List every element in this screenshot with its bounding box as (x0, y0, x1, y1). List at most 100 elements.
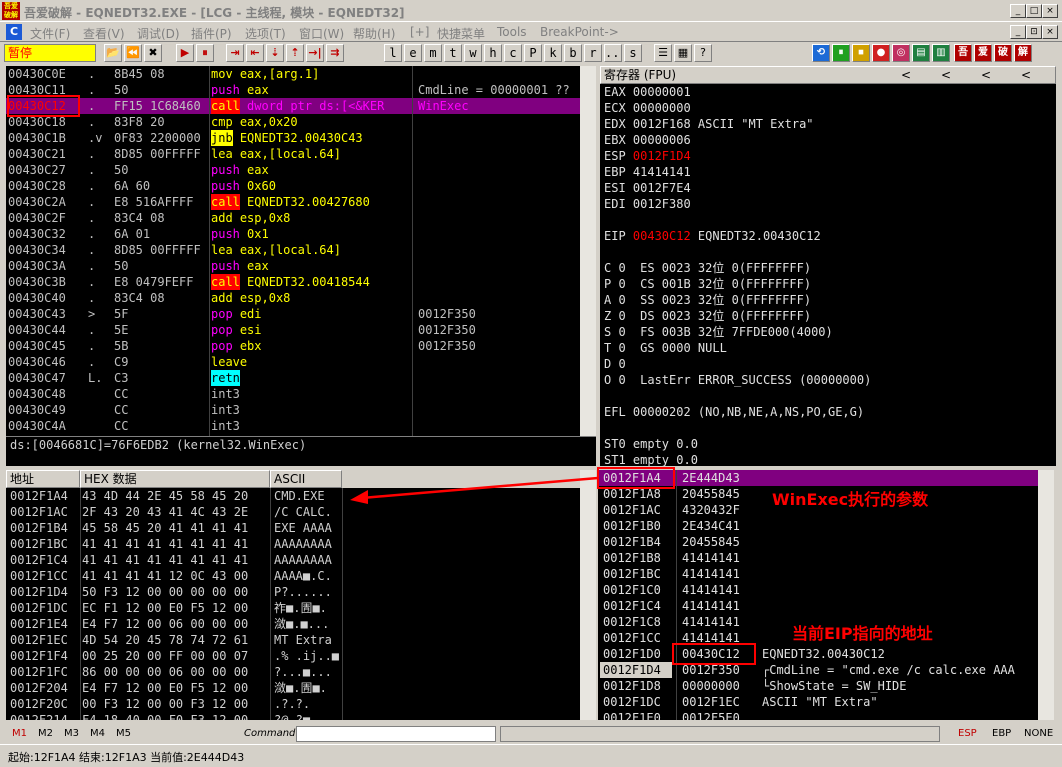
dump-row[interactable]: 0012F1F4 00 25 20 00 FF 00 00 07 .% .ij..■ (6, 648, 580, 664)
register-line[interactable]: EBX 00000006 (604, 132, 691, 148)
disasm-row[interactable]: 00430C47 L. C3 retn (6, 370, 596, 386)
goto-icon[interactable]: ⇉ (326, 44, 344, 62)
register-line[interactable]: P 0 CS 001B 32位 0(FFFFFFFF) (604, 276, 811, 292)
minimize-button[interactable]: _ (1010, 4, 1026, 18)
disasm-row[interactable]: 00430C3A. 50 push eax (6, 258, 596, 274)
disasm-row[interactable]: 00430C4A CC int3 (6, 418, 596, 434)
register-line[interactable]: O 0 LastErr ERROR_SUCCESS (00000000) (604, 372, 871, 388)
window-references-button[interactable]: r (584, 44, 602, 62)
dump-row[interactable]: 0012F1FC 86 00 00 00 06 00 00 00 ?...■... (6, 664, 580, 680)
window-log-button[interactable]: l (384, 44, 402, 62)
help-icon[interactable]: ? (694, 44, 712, 62)
window-patches-button[interactable]: P (524, 44, 542, 62)
window-modules-button[interactable]: e (404, 44, 422, 62)
dump-row[interactable]: 0012F20C 00 F3 12 00 00 F3 12 00.?.?. (6, 696, 580, 712)
child-close-button[interactable]: × (1042, 25, 1058, 39)
dump-row[interactable]: 0012F1D4 50 F3 12 00 00 00 00 00 P?...... (6, 584, 580, 600)
register-line[interactable]: ECX 00000000 (604, 100, 691, 116)
registers-pane[interactable]: EAX 00000001 ECX 00000000 EDX 0012F168 ASC… (600, 84, 1056, 466)
disasm-row[interactable]: 00430C43 >5F pop edi 0012F350 (6, 306, 596, 322)
target-icon[interactable]: ◎ (892, 44, 910, 62)
tab-m5[interactable]: M5 (116, 728, 131, 739)
window-memory-button[interactable]: m (424, 44, 442, 62)
menu-debug[interactable]: 调试(D) (137, 25, 180, 42)
pause-icon[interactable]: ⏸ (196, 44, 214, 62)
register-line[interactable]: EDI 0012F380 (604, 196, 691, 212)
command-input[interactable] (296, 726, 496, 742)
menu-window[interactable]: 窗口(W) (299, 25, 344, 42)
record-icon[interactable]: ● (872, 44, 890, 62)
stack-row[interactable]: 0012F1B0 2E434C41 (598, 518, 1038, 534)
dump-row[interactable]: 0012F1B4 45 58 45 20 41 41 41 41 EXE AAAA (6, 520, 580, 536)
stack-row[interactable]: 0012F1D4 0012F350 ┌CmdLine = "cmd.exe /c c… (598, 662, 1038, 678)
reg-nav-prev-1[interactable]: < (901, 67, 911, 83)
dump-row[interactable]: 0012F1C4 41 41 41 41 41 41 41 41 AAAAAAAA (6, 552, 580, 568)
disasm-row[interactable]: 00430C0E. 8B45 08 mov eax,[arg.1] (6, 66, 596, 82)
close-process-icon[interactable]: ✖ (144, 44, 162, 62)
disasm-row[interactable]: 00430C46. C9 leave (6, 354, 596, 370)
window-threads-button[interactable]: t (444, 44, 462, 62)
disasm-row[interactable]: 00430C27. 50 push eax (6, 162, 596, 178)
stack-row[interactable]: 0012F1C4 41414141 (598, 598, 1038, 614)
tab-m2[interactable]: M2 (38, 728, 53, 739)
disasm-row[interactable]: 00430C28. 6A 60 push 0x60 (6, 178, 596, 194)
stack-mode-ebp[interactable]: EBP (992, 728, 1011, 739)
disassembly-pane[interactable]: 00430C0E. 8B45 08 mov eax,[arg.1] 00430C11.… (6, 66, 596, 436)
dump-row[interactable]: 0012F204 E4 F7 12 00 E0 F5 12 00 潋■.圊■. (6, 680, 580, 696)
register-line[interactable]: ESI 0012F7E4 (604, 180, 691, 196)
reg-nav-prev-2[interactable]: < (941, 67, 951, 83)
grid-icon[interactable]: ▦ (674, 44, 692, 62)
window-cpu-button[interactable]: c (504, 44, 522, 62)
dump-row[interactable]: 0012F214 F4 18 40 00 F0 F3 12 00 ?@.?■. (6, 712, 580, 720)
brand-po-icon[interactable]: 破 (994, 44, 1012, 62)
plugin-stop-icon[interactable]: ⏹ (852, 44, 870, 62)
reg-nav-prev-4[interactable]: < (1021, 67, 1031, 83)
disasm-row[interactable]: 00430C18. 83F8 20 cmp eax,0x20 (6, 114, 596, 130)
register-line[interactable]: EFL 00000202 (NO,NB,NE,A,NS,PO,GE,G) (604, 404, 864, 420)
memory-dump-pane[interactable]: 0012F1A4 43 4D 44 2E 45 58 45 20 CMD.EXE 0… (6, 488, 580, 720)
brand-ai-icon[interactable]: 爱 (974, 44, 992, 62)
menu-breakpoint[interactable]: BreakPoint-> (540, 25, 619, 39)
menu-file[interactable]: 文件(F) (30, 25, 70, 42)
window-runtrace-button[interactable]: ... (604, 44, 622, 62)
stack-mode-esp[interactable]: ESP (958, 728, 977, 739)
register-line[interactable]: C 0 ES 0023 32位 0(FFFFFFFF) (604, 260, 811, 276)
register-line[interactable]: ST0 empty 0.0 (604, 436, 698, 452)
disasm-row[interactable]: 00430C32. 6A 01 push 0x1 (6, 226, 596, 242)
tab-m3[interactable]: M3 (64, 728, 79, 739)
window-windows-button[interactable]: w (464, 44, 482, 62)
window-handles-button[interactable]: h (484, 44, 502, 62)
dump-row[interactable]: 0012F1CC 41 41 41 41 12 0C 43 00 AAAA■.C. (6, 568, 580, 584)
stack-row[interactable]: 0012F1DC 0012F1EC ASCII "MT Extra" (598, 694, 1038, 710)
stack-row[interactable]: 0012F1D0 00430C12 EQNEDT32.00430C12 (598, 646, 1038, 662)
dump-row[interactable]: 0012F1EC 4D 54 20 45 78 74 72 61 MT Extra (6, 632, 580, 648)
register-line[interactable]: ESP 0012F1D4 (604, 148, 691, 164)
disasm-scrollbar[interactable] (580, 66, 596, 436)
stack-row[interactable]: 0012F1B8 41414141 (598, 550, 1038, 566)
child-minimize-button[interactable]: _ (1010, 25, 1026, 39)
brand-jie-icon[interactable]: 解 (1014, 44, 1032, 62)
register-line[interactable]: T 0 GS 0000 NULL (604, 340, 727, 356)
open-icon[interactable]: 📂 (104, 44, 122, 62)
refresh-icon[interactable]: ⟲ (812, 44, 830, 62)
dump-row[interactable]: 0012F1E4 E4 F7 12 00 06 00 00 00 潋■.■... (6, 616, 580, 632)
window-breakpoints-button[interactable]: b (564, 44, 582, 62)
register-line[interactable]: EAX 00000001 (604, 84, 691, 100)
menu-plugins[interactable]: 插件(P) (191, 25, 232, 42)
window-callstack-button[interactable]: k (544, 44, 562, 62)
disasm-row[interactable]: 00430C3B. E8 0479FEFF call EQNEDT32.004185… (6, 274, 596, 290)
panel-icon[interactable]: ▤ (912, 44, 930, 62)
stack-row[interactable]: 0012F1BC 41414141 (598, 566, 1038, 582)
disasm-row[interactable]: 00430C44. 5E pop esi 0012F350 (6, 322, 596, 338)
run-icon[interactable]: ▶ (176, 44, 194, 62)
tab-m4[interactable]: M4 (90, 728, 105, 739)
disasm-row[interactable]: 00430C40. 83C4 08 add esp,0x8 (6, 290, 596, 306)
tab-m1[interactable]: M1 (12, 728, 27, 739)
disasm-row[interactable]: 00430C11. 50 push eax CmdLine = 00000001 ?? (6, 82, 596, 98)
trace-over-icon[interactable]: ⇡ (286, 44, 304, 62)
menu-view[interactable]: 查看(V) (83, 25, 125, 42)
register-line[interactable]: EIP 00430C12 EQNEDT32.00430C12 (604, 228, 821, 244)
register-line[interactable]: A 0 SS 0023 32位 0(FFFFFFFF) (604, 292, 811, 308)
disasm-row[interactable]: 00430C1B .v 0F83 2200000 jnb EQNEDT32.00430… (6, 130, 596, 146)
stack-row[interactable]: 0012F1D8 00000000 └ShowState = SW_HIDE (598, 678, 1038, 694)
